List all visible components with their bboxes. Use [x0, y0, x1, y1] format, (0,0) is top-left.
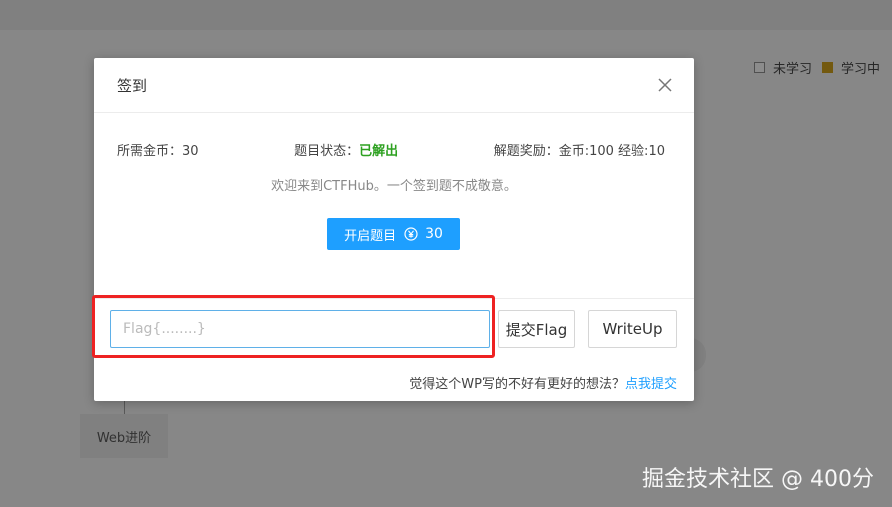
feedback-submit-link[interactable]: 点我提交 — [625, 377, 677, 392]
writeup-button[interactable]: WriteUp — [588, 310, 677, 348]
challenge-reward-value: 金币:100 经验:10 — [558, 144, 665, 159]
close-icon — [658, 78, 672, 92]
start-challenge-button[interactable]: 开启题目 30 — [327, 218, 460, 250]
modal-header: 签到 — [94, 58, 694, 113]
flag-input[interactable] — [110, 310, 490, 348]
start-challenge-cost: 30 — [425, 226, 443, 242]
required-coins: 所需金币：30 — [117, 140, 199, 159]
feedback-prompt: 觉得这个WP写的不好有更好的想法？点我提交 — [409, 373, 677, 392]
yuan-coin-icon — [404, 227, 418, 241]
challenge-reward-label: 解题奖励： — [493, 144, 559, 159]
challenge-modal: 签到 所需金币：30 题目状态：已解出 解题奖励：金币:100 经验:10 欢迎… — [92, 58, 694, 401]
start-challenge-label: 开启题目 — [344, 228, 397, 244]
welcome-text: 欢迎来到CTFHub。一个签到题不成敬意。 — [271, 179, 517, 194]
modal-title: 签到 — [117, 76, 148, 95]
divider — [94, 298, 694, 299]
watermark: 掘金技术社区 @ 400分 — [642, 467, 874, 492]
status-badge: 已解出 — [359, 144, 399, 159]
challenge-info: 所需金币：30 题目状态：已解出 解题奖励：金币:100 经验:10 — [117, 140, 665, 159]
challenge-status: 题目状态：已解出 — [294, 140, 398, 159]
feedback-text: 觉得这个WP写的不好有更好的想法？ — [409, 377, 625, 392]
required-coins-value: 30 — [182, 144, 199, 159]
required-coins-label: 所需金币： — [117, 144, 183, 159]
submit-flag-button[interactable]: 提交Flag — [498, 310, 575, 348]
close-button[interactable] — [652, 72, 678, 98]
challenge-reward: 解题奖励：金币:100 经验:10 — [494, 140, 665, 159]
challenge-status-label: 题目状态： — [294, 144, 360, 159]
